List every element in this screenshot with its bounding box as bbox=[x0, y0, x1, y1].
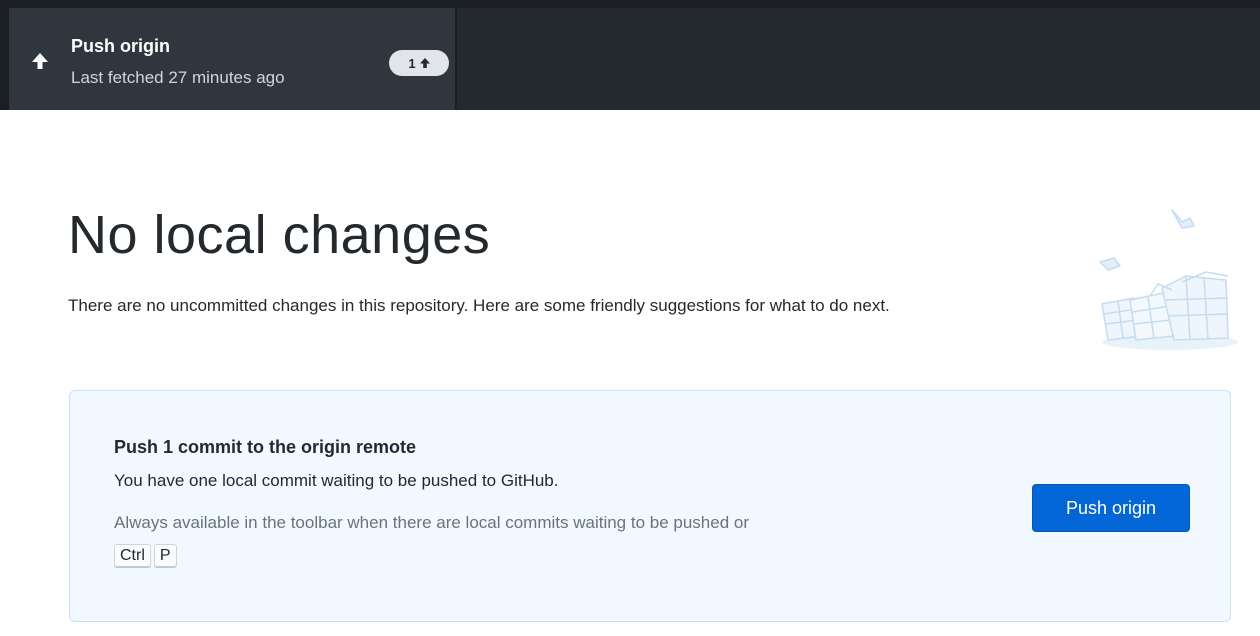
shortcut-key-p: P bbox=[153, 544, 177, 568]
card-hint-text: Always available in the toolbar when the… bbox=[114, 513, 750, 532]
push-origin-title: Push origin bbox=[71, 36, 170, 56]
page-title: No local changes bbox=[68, 205, 491, 265]
arrow-up-icon bbox=[32, 53, 48, 69]
page-description: There are no uncommitted changes in this… bbox=[68, 296, 890, 315]
push-suggestion-card: Push 1 commit to the origin remote You h… bbox=[69, 390, 1231, 622]
paper-boxes-illustration bbox=[1099, 209, 1238, 350]
last-fetched-text: Last fetched 27 minutes ago bbox=[71, 68, 285, 87]
arrow-up-small-icon bbox=[419, 58, 430, 68]
card-title: Push 1 commit to the origin remote bbox=[114, 437, 417, 457]
push-origin-button[interactable]: Push origin bbox=[1032, 484, 1190, 532]
ahead-count-badge: 1 bbox=[389, 50, 449, 76]
toolbar: Push origin Last fetched 27 minutes ago … bbox=[0, 0, 1260, 110]
shortcut-key-ctrl: Ctrl bbox=[114, 544, 151, 568]
ahead-count: 1 bbox=[408, 55, 416, 71]
push-origin-toolbar-button[interactable]: Push origin Last fetched 27 minutes ago … bbox=[9, 8, 457, 110]
toolbar-edge bbox=[0, 8, 9, 110]
card-description: You have one local commit waiting to be … bbox=[114, 471, 559, 490]
card-hint: Always available in the toolbar when the… bbox=[114, 507, 1014, 571]
